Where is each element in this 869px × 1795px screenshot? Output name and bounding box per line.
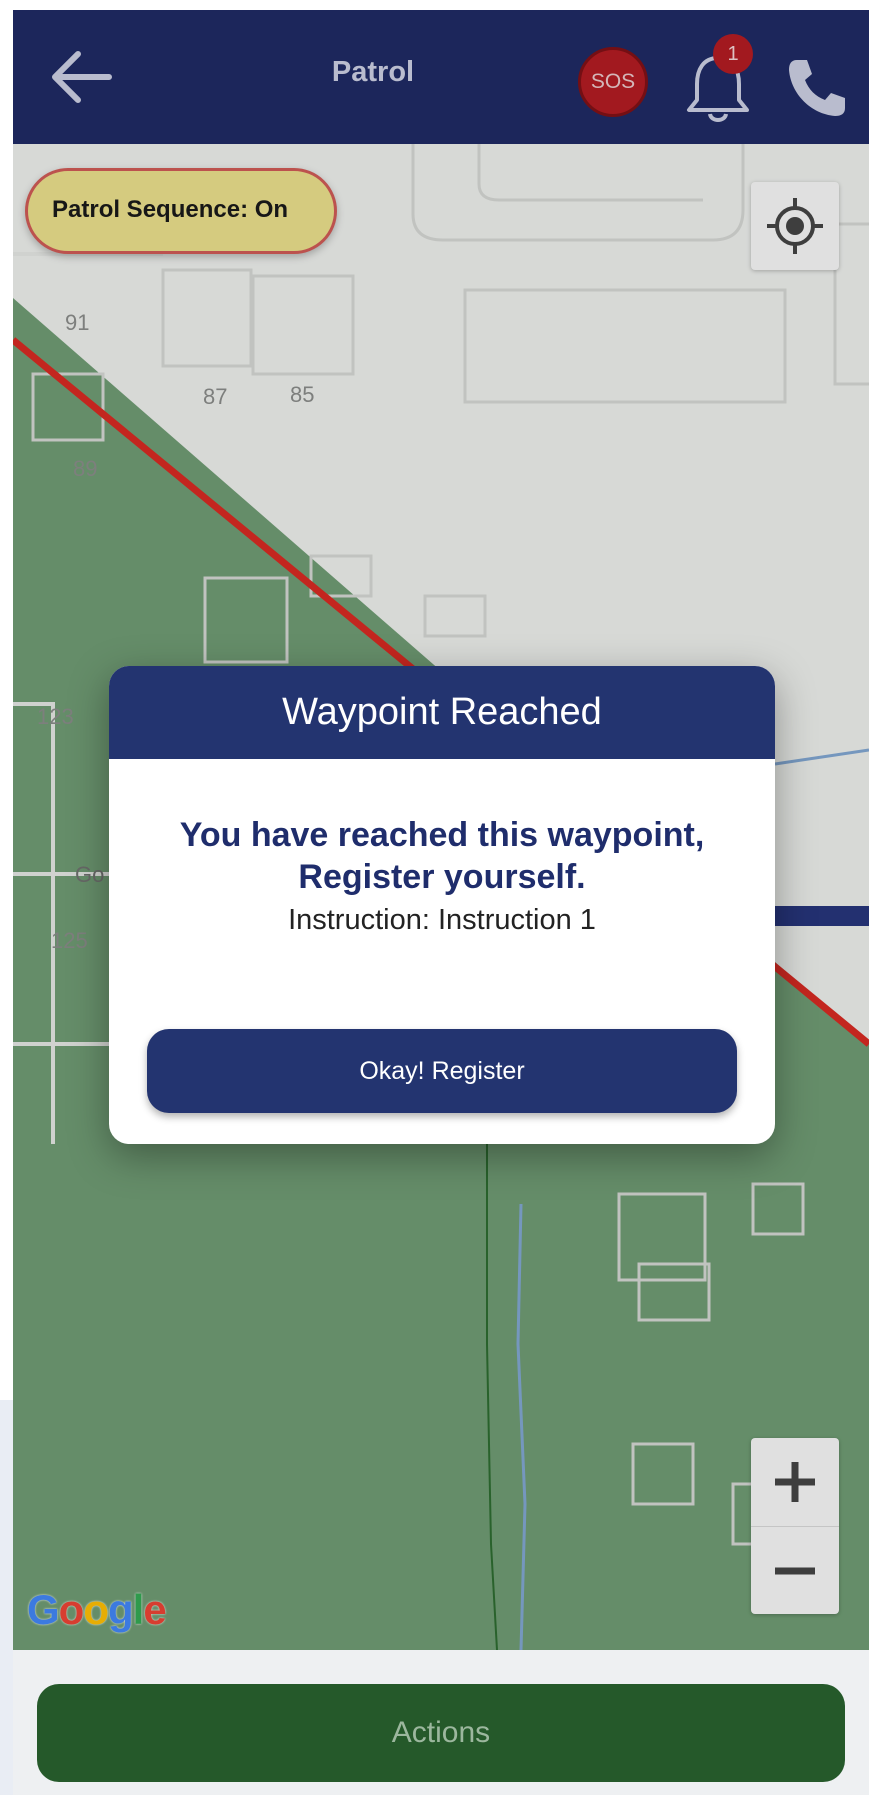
zoom-out-button[interactable]: [751, 1526, 839, 1615]
house-number: 89: [73, 456, 98, 481]
waypoint-dialog: Waypoint Reached You have reached this w…: [109, 666, 775, 1144]
phone-icon: [789, 60, 845, 116]
notification-badge: 1: [713, 34, 753, 74]
house-number: 123: [37, 704, 74, 729]
patrol-screen: Patrol SOS 1 91 87 85 89 123 125 Go Patr…: [13, 10, 869, 1795]
register-button[interactable]: Okay! Register: [147, 1029, 737, 1113]
dialog-title: Waypoint Reached: [109, 666, 775, 759]
dialog-message-line2: Register yourself.: [298, 858, 586, 896]
back-button[interactable]: [51, 50, 115, 104]
dialog-instruction: Instruction: Instruction 1: [288, 904, 596, 936]
zoom-controls: [751, 1438, 839, 1614]
dialog-message-line1: You have reached this waypoint,: [179, 816, 705, 854]
my-location-button[interactable]: [751, 182, 839, 270]
actions-button[interactable]: Actions: [37, 1684, 845, 1782]
house-number: 85: [290, 382, 315, 407]
call-button[interactable]: [783, 54, 849, 120]
map-street-label: Go: [75, 862, 105, 887]
sos-button[interactable]: SOS: [578, 47, 648, 117]
arrow-left-icon: [52, 51, 112, 103]
crosshair-locate-icon: [767, 198, 823, 254]
house-number: 91: [65, 310, 90, 335]
bottom-bar: Actions: [13, 1650, 869, 1795]
app-header: Patrol SOS 1: [13, 10, 869, 144]
zoom-in-button[interactable]: [751, 1438, 839, 1526]
patrol-sequence-badge[interactable]: Patrol Sequence: On: [25, 168, 337, 254]
page-title: Patrol: [331, 56, 415, 88]
minus-icon: [775, 1567, 815, 1575]
house-number: 125: [51, 928, 88, 953]
plus-icon: [775, 1462, 815, 1502]
dialog-message: You have reached this waypoint, Register…: [129, 814, 755, 898]
google-logo: Google: [27, 1586, 167, 1633]
house-number: 87: [203, 384, 228, 409]
